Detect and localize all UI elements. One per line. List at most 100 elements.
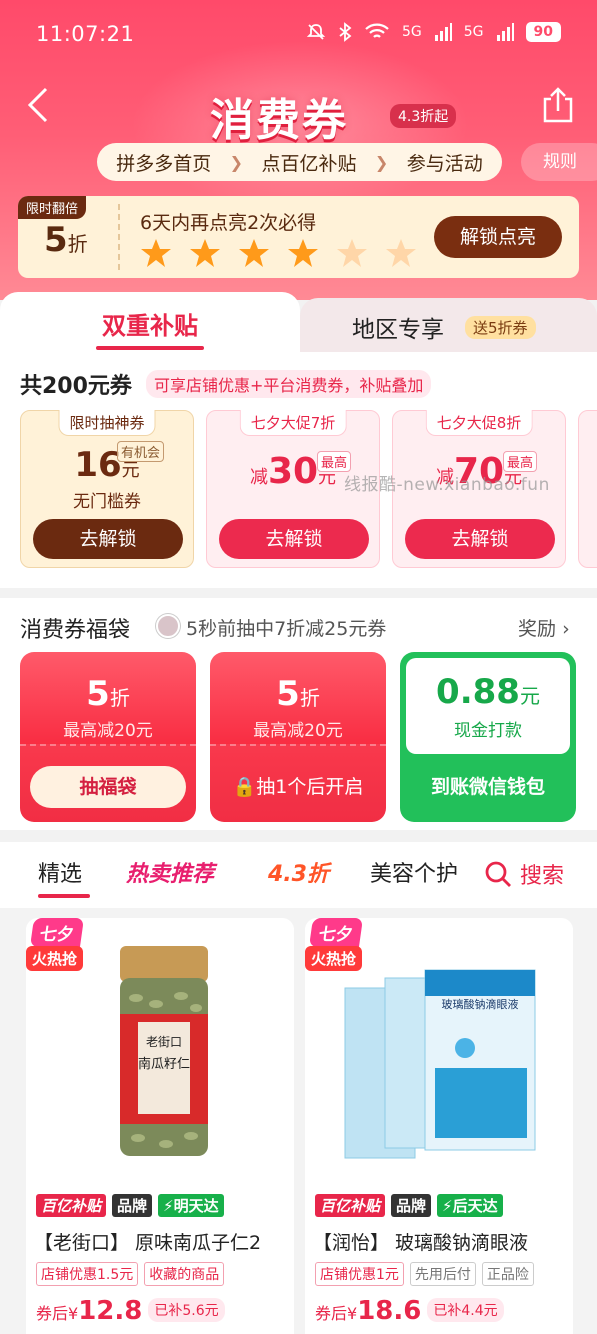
activity-steps: 拼多多首页 ❯ 点百亿补贴 ❯ 参与活动 bbox=[97, 143, 502, 181]
coupon-sub: 无门槛券 bbox=[73, 492, 141, 512]
divider bbox=[118, 204, 120, 270]
coupon-amount: 16元 bbox=[21, 445, 193, 485]
lightning-icon: ⚡ bbox=[163, 1197, 174, 1215]
qixi-hot-badge: 七夕 火热抢 bbox=[26, 918, 102, 974]
price-value: 18.6 bbox=[357, 1296, 422, 1326]
tab-regional-label: 地区专享 bbox=[352, 317, 444, 343]
delivery-tag: ⚡明天达 bbox=[158, 1194, 224, 1217]
status-bar: 11:07:21 5G 5G 90 bbox=[0, 0, 597, 70]
feed-tab-beauty[interactable]: 美容个护 bbox=[370, 856, 462, 888]
search-icon bbox=[485, 861, 511, 887]
bag-rate-value: 5 bbox=[276, 674, 300, 714]
star-unlit-icon bbox=[386, 239, 416, 267]
qixi-hot-badge: 七夕 火热抢 bbox=[305, 918, 381, 974]
pay-later-tag: 先用后付 bbox=[409, 1262, 476, 1286]
signal-icon-2 bbox=[496, 23, 514, 41]
star-lit-icon bbox=[288, 239, 318, 267]
unlock-coupon-button[interactable]: 去解锁 bbox=[33, 519, 183, 559]
unlock-card: 限时翻倍 5折 6天内再点亮2次必得 解锁点亮 bbox=[18, 196, 579, 278]
product-card[interactable]: 玻璃酸钠滴眼液 七夕 火热抢 百亿补贴 品牌 ⚡后天达 【润怡】 玻璃酸钠滴眼液 … bbox=[305, 918, 573, 1334]
status-icons: 5G 5G 90 bbox=[306, 22, 561, 42]
feed-tab-hot[interactable]: 热卖推荐 bbox=[126, 856, 214, 888]
feed-tab-discount[interactable]: 4.3折 bbox=[268, 856, 329, 888]
bag-rate-value: 0.88 bbox=[436, 672, 520, 712]
star-lit-icon bbox=[239, 239, 269, 267]
subsidy-tag: 百亿补贴 bbox=[315, 1194, 386, 1217]
lucky-bag-heading: 消费券福袋 bbox=[20, 618, 131, 643]
jar-product-text: 南瓜籽仁 bbox=[138, 1056, 190, 1072]
back-arrow-icon[interactable] bbox=[20, 85, 60, 125]
star-lit-icon bbox=[190, 239, 220, 267]
bag-sub: 现金打款 bbox=[454, 721, 522, 741]
signal-5g-label-2: 5G bbox=[463, 24, 484, 40]
box-label-text: 玻璃酸钠滴眼液 bbox=[442, 997, 519, 1011]
signal-5g-label: 5G bbox=[401, 24, 422, 40]
lucky-bag-card-cash[interactable]: 0.88元 现金打款 到账微信钱包 bbox=[400, 652, 576, 822]
shop-discount-tag: 店铺优惠1元 bbox=[315, 1262, 404, 1286]
reward-link[interactable]: 奖励 › bbox=[518, 614, 570, 641]
unlock-coupon-button[interactable]: 去解锁 bbox=[219, 519, 369, 559]
bag-rate-unit: 折 bbox=[299, 686, 320, 710]
lucky-bag-card-2[interactable]: 5折 最高减20元 🔒抽1个后开启 bbox=[210, 652, 386, 822]
product-name: 【老街口】 原味南瓜子仁2 bbox=[34, 1232, 262, 1254]
unlock-progress-text: 6天内再点亮2次必得 bbox=[140, 212, 317, 234]
coupon-card-partial[interactable] bbox=[578, 410, 597, 568]
delivery-tag-label: 后天达 bbox=[452, 1197, 498, 1215]
currency-symbol: ¥ bbox=[347, 1304, 358, 1323]
wechat-wallet-button[interactable]: 到账微信钱包 bbox=[410, 766, 566, 808]
unlock-button[interactable]: 解锁点亮 bbox=[434, 216, 562, 258]
qixi-badge-bottom: 火热抢 bbox=[26, 946, 84, 971]
tab-regional[interactable]: 地区专享 送5折券 bbox=[300, 298, 597, 352]
rules-button[interactable]: 规则 bbox=[521, 143, 597, 181]
bag-rate: 5折 bbox=[20, 674, 196, 714]
coupon-stack-tag: 可享店铺优惠+平台消费券，补贴叠加 bbox=[146, 370, 432, 398]
title-discount-tag: 4.3折起 bbox=[390, 104, 457, 128]
unlock-rate: 5折 bbox=[44, 220, 88, 260]
draw-bag-button[interactable]: 抽福袋 bbox=[30, 766, 186, 808]
currency-symbol: ¥ bbox=[68, 1304, 79, 1323]
brand-tag: 品牌 bbox=[391, 1194, 432, 1217]
lucky-bag-card-1[interactable]: 5折 最高减20元 抽福袋 bbox=[20, 652, 196, 822]
delivery-tag-label: 明天达 bbox=[173, 1197, 219, 1215]
feed-tab-selected[interactable]: 精选 bbox=[38, 856, 82, 888]
feed-tabs: 精选 热卖推荐 4.3折 美容个护 搜索 bbox=[0, 842, 597, 908]
lucky-bag-news: 5秒前抽中7折减25元券 bbox=[186, 618, 387, 640]
search-label: 搜索 bbox=[520, 864, 565, 889]
chance-badge: 有机会 bbox=[117, 441, 165, 462]
shop-discount-tag: 店铺优惠1.5元 bbox=[36, 1262, 139, 1286]
active-tab-indicator bbox=[96, 346, 204, 350]
avatar bbox=[156, 614, 180, 638]
star-progress bbox=[140, 238, 417, 268]
subsidy-tag: 百亿补贴 bbox=[36, 1194, 107, 1217]
step-3: 参与活动 bbox=[406, 152, 483, 175]
coupon-card-title: 七夕大促7折 bbox=[239, 410, 347, 436]
page-title: 消费券 bbox=[210, 95, 348, 146]
chevron-right-icon: ❯ bbox=[374, 152, 389, 172]
status-time: 11:07:21 bbox=[36, 22, 135, 46]
price-label: 券后 bbox=[36, 1304, 69, 1323]
limited-double-tag: 限时翻倍 bbox=[18, 196, 87, 219]
product-feed: 精选 热卖推荐 4.3折 美容个护 搜索 老街口 南瓜籽仁 七夕火热抢 百亿补贴… bbox=[0, 842, 597, 1334]
unlock-rate-unit: 折 bbox=[67, 232, 88, 256]
tab-double-subsidy[interactable]: 双重补贴 bbox=[0, 292, 300, 352]
unlock-coupon-button[interactable]: 去解锁 bbox=[405, 519, 555, 559]
coupon-card-title: 限时抽神券 bbox=[58, 410, 156, 436]
coupon-card-title: 七夕大促8折 bbox=[425, 410, 533, 436]
product-price: 券后¥18.6 已补4.4元 bbox=[315, 1296, 504, 1326]
bag-rate: 0.88元 bbox=[400, 672, 576, 712]
price-value: 12.8 bbox=[78, 1296, 143, 1326]
locked-bag-button[interactable]: 🔒抽1个后开启 bbox=[220, 766, 376, 808]
tab-double-subsidy-label: 双重补贴 bbox=[102, 312, 198, 340]
star-unlit-icon bbox=[337, 239, 367, 267]
qixi-badge-top: 七夕 bbox=[308, 918, 364, 947]
unlock-rate-value: 5 bbox=[44, 220, 68, 260]
product-card[interactable]: 老街口 南瓜籽仁 七夕 火热抢 百亿补贴 品牌 ⚡明天达 【老街口】 原味南瓜子仁… bbox=[26, 918, 294, 1334]
signal-icon bbox=[434, 23, 452, 41]
feed-search-button[interactable]: 搜索 bbox=[470, 850, 597, 900]
brand-tag: 品牌 bbox=[112, 1194, 153, 1217]
product-tags: 百亿补贴 品牌 ⚡明天达 bbox=[36, 1194, 224, 1217]
share-icon[interactable] bbox=[538, 85, 578, 125]
lightning-icon: ⚡ bbox=[442, 1197, 453, 1215]
coupon-card-lottery[interactable]: 限时抽神券 16元 有机会 无门槛券 去解锁 bbox=[20, 410, 194, 568]
battery-indicator: 90 bbox=[525, 22, 561, 42]
